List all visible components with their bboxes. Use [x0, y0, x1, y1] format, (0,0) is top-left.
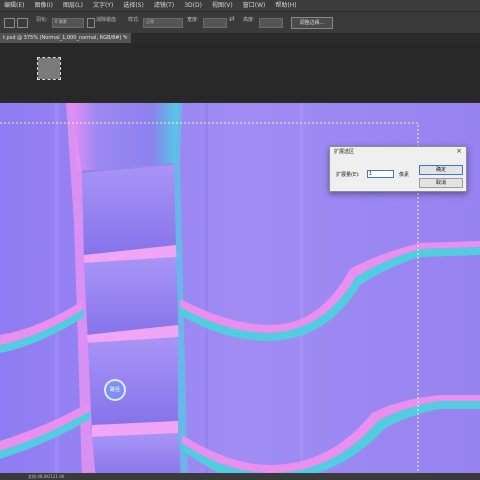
- menu-image[interactable]: 图像(I): [34, 2, 52, 9]
- close-icon[interactable]: ×: [456, 147, 462, 155]
- style-select[interactable]: 正常: [143, 18, 183, 28]
- style-value: 正常: [146, 19, 154, 24]
- menu-3d[interactable]: 3D(D): [184, 2, 202, 9]
- unit-label: 像素: [399, 172, 410, 178]
- height-label: 高度:: [243, 17, 255, 23]
- workspace-panel: [0, 43, 480, 101]
- expand-amount-input[interactable]: [367, 170, 394, 178]
- streak: [205, 103, 208, 480]
- feather-value: 0 像素: [55, 19, 67, 24]
- menu-layer[interactable]: 图层(L): [63, 2, 83, 9]
- width-label: 宽度:: [187, 17, 199, 23]
- ok-button[interactable]: 确定: [419, 165, 463, 175]
- menu-help[interactable]: 帮助(H): [275, 2, 296, 9]
- cancel-button[interactable]: 取消: [419, 178, 463, 188]
- menu-filter[interactable]: 滤镜(T): [154, 2, 174, 9]
- options-bar: 羽化: 0 像素 消除锯齿 样式: 正常 宽度: ⇄ 高度: 调整边缘...: [0, 11, 480, 34]
- expand-amount-label: 扩展量(E):: [336, 172, 360, 178]
- marquee-tool-icon[interactable]: [4, 18, 15, 28]
- status-text: 文档:48.0K/121.0K: [28, 474, 65, 479]
- refine-edge-button[interactable]: 调整边缘...: [291, 17, 333, 29]
- column-segment: [84, 257, 178, 335]
- width-field[interactable]: [203, 18, 227, 28]
- antialias-label: 消除锯齿: [96, 17, 117, 23]
- swap-icon[interactable]: ⇄: [229, 15, 235, 23]
- status-bar: 文档:48.0K/121.0K: [0, 473, 480, 480]
- expand-selection-dialog: 扩展选区 × 扩展量(E): 像素 确定 取消: [329, 146, 467, 192]
- menu-select[interactable]: 选择(S): [123, 2, 144, 9]
- style-label: 样式:: [128, 17, 140, 23]
- menu-bar: 编辑(E) 图像(I) 图层(L) 文字(Y) 选择(S) 滤镜(T) 3D(D) 视图(V)…: [0, 0, 480, 11]
- selection-thumbnail: [37, 57, 61, 80]
- feather-label: 羽化:: [36, 17, 48, 23]
- streak: [300, 103, 303, 480]
- document-tab[interactable]: t.psd @ 375% (Normal_1,000_normal, RGB/8…: [0, 33, 131, 43]
- close-tab-icon[interactable]: ×: [124, 33, 128, 43]
- column-segment: [82, 165, 176, 255]
- menu-window[interactable]: 窗口(W): [243, 2, 266, 9]
- menu-view[interactable]: 视图(V): [212, 2, 233, 9]
- feather-field[interactable]: 0 像素: [52, 18, 84, 28]
- height-field[interactable]: [259, 18, 283, 28]
- new-selection-icon[interactable]: [17, 18, 28, 28]
- cursor-highlight-icon: 路径: [104, 379, 126, 401]
- antialias-checkbox[interactable]: [87, 18, 95, 28]
- column-top: [70, 103, 178, 171]
- cursor-label: 路径: [109, 387, 120, 393]
- document-tab-title: t.psd @ 375% (Normal_1,000_normal, RGB/8…: [3, 35, 126, 41]
- menu-type[interactable]: 文字(Y): [93, 2, 113, 9]
- column-segment: [88, 337, 180, 425]
- menu-edit[interactable]: 编辑(E): [4, 2, 24, 9]
- dialog-title: 扩展选区: [334, 149, 355, 155]
